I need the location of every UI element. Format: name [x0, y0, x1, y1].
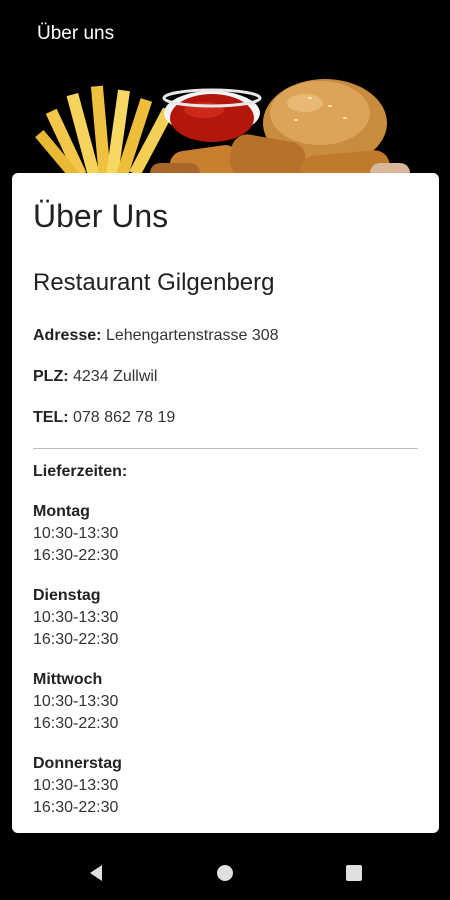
day-block-monday: Montag 10:30-13:30 16:30-22:30 — [33, 501, 418, 567]
day-time-slot: 16:30-22:30 — [33, 631, 119, 648]
app-bar-title: Über uns — [37, 23, 115, 44]
about-card: Über Uns Restaurant Gilgenberg Adresse: … — [12, 173, 439, 833]
zip-row: PLZ: 4234 Zullwil — [33, 366, 418, 388]
day-name: Donnerstag — [33, 755, 122, 772]
restaurant-name: Restaurant Gilgenberg — [33, 269, 275, 296]
day-block-tuesday: Dienstag 10:30-13:30 16:30-22:30 — [33, 585, 418, 651]
day-time-slot: 16:30-22:30 — [33, 547, 119, 564]
day-time-slot: 10:30-13:30 — [33, 777, 119, 794]
day-name: Montag — [33, 503, 90, 520]
page-title: Über Uns — [33, 198, 169, 234]
home-button[interactable] — [213, 861, 237, 885]
phone-row: TEL: 078 862 78 19 — [33, 407, 418, 429]
system-nav-bar — [0, 845, 450, 900]
recents-button[interactable] — [342, 861, 366, 885]
address-row: Adresse: Lehengartenstrasse 308 — [33, 325, 418, 347]
day-time-slot: 16:30-22:30 — [33, 799, 119, 816]
back-button[interactable] — [84, 861, 108, 885]
day-time-slot: 16:30-22:30 — [33, 715, 119, 732]
zip-value: 4234 Zullwil — [73, 368, 158, 385]
address-value: Lehengartenstrasse 308 — [105, 327, 279, 344]
app-bar: Über uns — [0, 0, 450, 68]
zip-label: PLZ: — [33, 368, 69, 385]
day-time-slot: 10:30-13:30 — [33, 693, 119, 710]
day-block-thursday: Donnerstag 10:30-13:30 16:30-22:30 — [33, 753, 418, 819]
screen: Über uns Über Uns Restaurant Gilgenberg … — [0, 0, 450, 900]
delivery-times-header: Lieferzeiten: — [33, 463, 128, 480]
fast-food-image — [0, 68, 450, 183]
recents-icon — [346, 864, 362, 881]
phone-value[interactable]: 078 862 78 19 — [73, 409, 175, 426]
day-block-wednesday: Mittwoch 10:30-13:30 16:30-22:30 — [33, 669, 418, 735]
day-name: Dienstag — [33, 587, 101, 604]
address-label: Adresse: — [33, 327, 102, 344]
day-name: Mittwoch — [33, 671, 103, 688]
back-icon — [90, 864, 102, 881]
hero-food-image — [0, 68, 450, 183]
divider — [33, 448, 418, 449]
day-time-slot: 10:30-13:30 — [33, 525, 119, 542]
home-icon — [217, 864, 233, 881]
day-time-slot: 10:30-13:30 — [33, 609, 119, 626]
phone-label: TEL: — [33, 409, 69, 426]
